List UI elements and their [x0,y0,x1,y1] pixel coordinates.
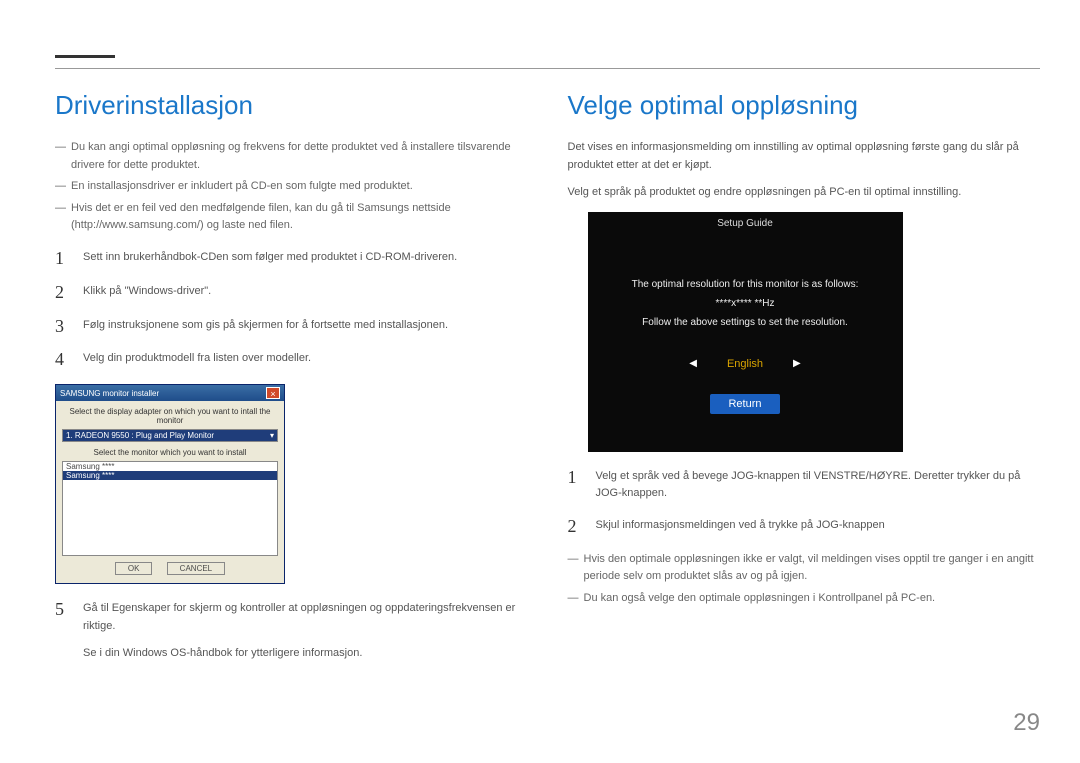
chevron-down-icon: ▾ [270,431,274,440]
notes-list-right: Hvis den optimale oppløsningen ikke er v… [568,551,1041,608]
osd-return-button: Return [710,394,779,414]
step-item: 5 Gå til Egenskaper for skjerm og kontro… [55,600,528,663]
step-item: 2Klikk på "Windows-driver". [55,283,528,303]
steps-list-left-2: 5 Gå til Egenskaper for skjerm og kontro… [55,600,528,663]
osd-language-selector: ◀ English ▶ [689,358,800,370]
installer-window: SAMSUNG monitor installer × Select the d… [55,384,285,584]
installer-adapter-select: 1. RADEON 9550 : Plug and Play Monitor ▾ [62,429,278,442]
arrow-right-icon: ▶ [793,358,801,369]
note-item: En installasjonsdriver er inkludert på C… [55,178,528,196]
paragraph: Velg et språk på produktet og endre oppl… [568,184,1041,202]
notes-list-left: Du kan angi optimal oppløsning og frekve… [55,139,528,235]
ok-button: OK [115,562,153,575]
installer-title-text: SAMSUNG monitor installer [60,389,159,398]
step-text: Se i din Windows OS-håndbok for ytterlig… [83,645,528,663]
osd-title: Setup Guide [717,218,773,229]
step-text: Sett inn brukerhåndbok-CDen som følger m… [83,249,457,269]
installer-titlebar: SAMSUNG monitor installer × [56,385,284,401]
installer-label: Select the display adapter on which you … [62,407,278,425]
close-icon: × [266,387,280,399]
step-text: Velg din produktmodell fra listen over m… [83,350,311,370]
step-item: 2Skjul informasjonsmeldingen ved å trykk… [568,517,1041,537]
step-text: Velg et språk ved å bevege JOG-knappen t… [596,468,1041,503]
steps-list-right: 1Velg et språk ved å bevege JOG-knappen … [568,468,1041,537]
section-title-left: Driverinstallasjon [55,90,528,121]
list-item: Samsung **** [63,462,277,471]
step-item: 4Velg din produktmodell fra listen over … [55,350,528,370]
note-item: Du kan angi optimal oppløsning og frekve… [55,139,528,174]
osd-line: Follow the above settings to set the res… [642,317,848,328]
step-item: 1Velg et språk ved å bevege JOG-knappen … [568,468,1041,503]
page-number: 29 [1013,709,1040,737]
step-item: 3Følg instruksjonene som gis på skjermen… [55,317,528,337]
note-item: Hvis det er en feil ved den medfølgende … [55,200,528,235]
cancel-button: CANCEL [167,562,225,575]
installer-adapter-text: 1. RADEON 9550 : Plug and Play Monitor [66,431,214,440]
arrow-left-icon: ◀ [689,358,697,369]
step-text: Klikk på "Windows-driver". [83,283,211,303]
osd-line: ****x**** **Hz [716,298,775,309]
note-item: Du kan også velge den optimale oppløsnin… [568,590,1041,608]
osd-screen: Setup Guide The optimal resolution for t… [588,212,903,452]
step-text: Gå til Egenskaper for skjerm og kontroll… [83,600,528,635]
installer-monitor-list: Samsung **** Samsung **** [62,461,278,556]
note-item: Hvis den optimale oppløsningen ikke er v… [568,551,1041,586]
list-item: Samsung **** [63,471,277,480]
steps-list-left: 1Sett inn brukerhåndbok-CDen som følger … [55,249,528,370]
installer-label: Select the monitor which you want to ins… [62,448,278,457]
section-title-right: Velge optimal oppløsning [568,90,1041,121]
paragraph: Det vises en informasjonsmelding om inns… [568,139,1041,174]
step-text: Følg instruksjonene som gis på skjermen … [83,317,448,337]
step-item: 1Sett inn brukerhåndbok-CDen som følger … [55,249,528,269]
step-text: Skjul informasjonsmeldingen ved å trykke… [596,517,885,537]
osd-language-label: English [727,358,763,370]
osd-line: The optimal resolution for this monitor … [632,279,859,290]
